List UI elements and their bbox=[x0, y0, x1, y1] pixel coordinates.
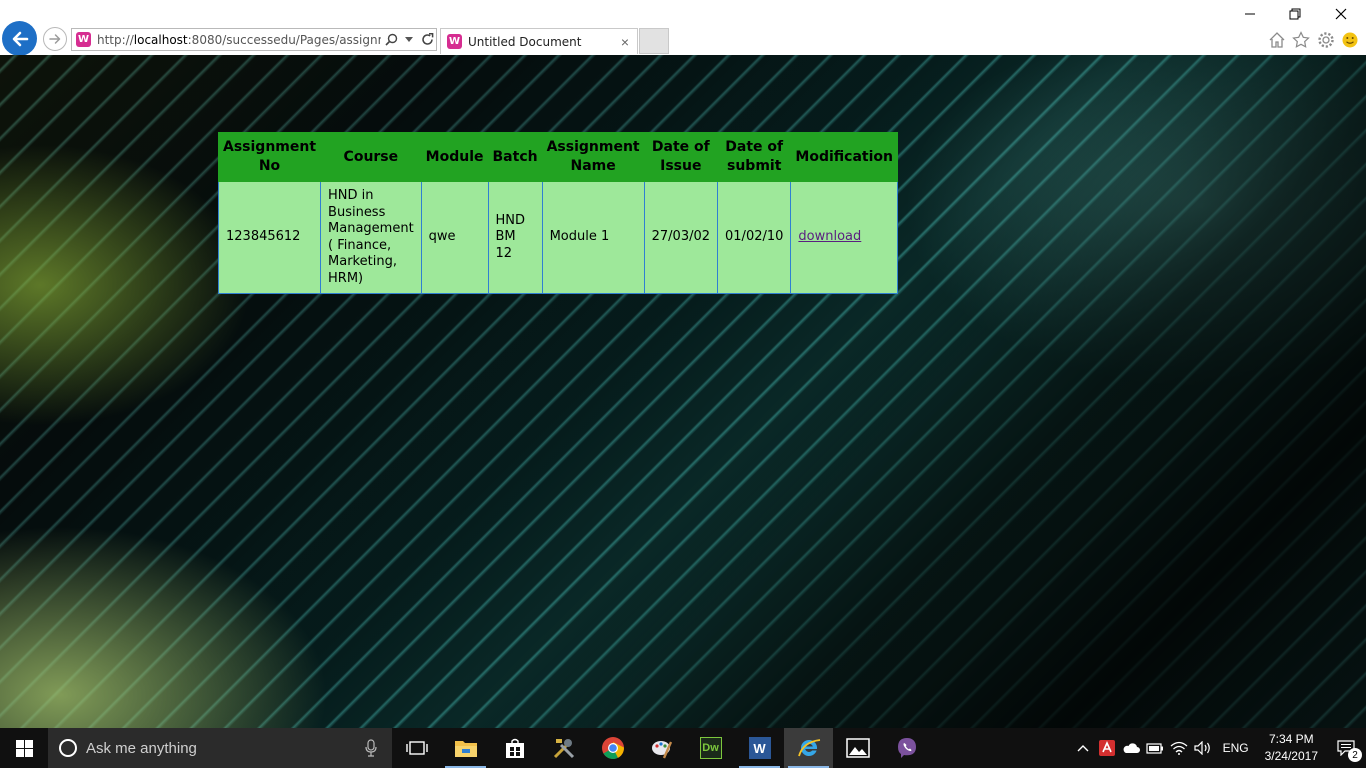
tools-button[interactable] bbox=[539, 728, 588, 768]
task-view-icon bbox=[405, 741, 428, 755]
notification-count-badge: 2 bbox=[1348, 748, 1362, 762]
browser-chrome: W http://localhost:8080/successedu/Pages… bbox=[0, 0, 1366, 56]
language-indicator[interactable]: ENG bbox=[1215, 741, 1257, 755]
col-course: Course bbox=[320, 132, 422, 182]
internet-explorer-button[interactable] bbox=[784, 728, 833, 768]
tab-close-icon[interactable]: × bbox=[617, 34, 633, 50]
paint-icon bbox=[651, 741, 672, 759]
table-row: 123845612 HND in Business Management ( F… bbox=[217, 181, 898, 294]
viber-button[interactable] bbox=[882, 728, 931, 768]
clock[interactable]: 7:34 PM 3/24/2017 bbox=[1257, 731, 1326, 765]
address-bar[interactable]: W http://localhost:8080/successedu/Pages… bbox=[71, 28, 437, 51]
close-window-button[interactable] bbox=[1331, 4, 1351, 24]
close-icon bbox=[1335, 8, 1347, 20]
dreamweaver-icon: Dw bbox=[699, 737, 722, 759]
system-tray: ENG 7:34 PM 3/24/2017 2 bbox=[1071, 728, 1366, 768]
onedrive-cloud-icon[interactable] bbox=[1119, 728, 1143, 768]
file-explorer-button[interactable] bbox=[441, 728, 490, 768]
tab-favicon-icon: W bbox=[447, 34, 462, 49]
cell-assignment-no: 123845612 bbox=[217, 181, 322, 294]
col-batch: Batch bbox=[487, 132, 543, 182]
tab-untitled-document[interactable]: W Untitled Document × bbox=[440, 28, 638, 54]
photos-button[interactable] bbox=[833, 728, 882, 768]
chrome-icon bbox=[601, 737, 624, 759]
forward-button[interactable] bbox=[43, 27, 67, 51]
tab-title: Untitled Document bbox=[468, 34, 582, 49]
cell-modification: download bbox=[790, 181, 898, 294]
page-background: Assignment No Course Module Batch Assign… bbox=[0, 55, 1366, 728]
action-center-button[interactable]: 2 bbox=[1326, 728, 1366, 768]
store-button[interactable] bbox=[490, 728, 539, 768]
home-icon[interactable] bbox=[1267, 30, 1287, 50]
tools-icon bbox=[553, 739, 574, 759]
search-placeholder: Ask me anything bbox=[86, 739, 197, 757]
col-date-of-submit: Date of submit bbox=[717, 132, 792, 182]
viber-icon bbox=[897, 738, 916, 758]
clock-time: 7:34 PM bbox=[1268, 732, 1314, 746]
store-bag-icon bbox=[505, 738, 524, 758]
dreamweaver-button[interactable]: Dw bbox=[686, 728, 735, 768]
new-tab-button[interactable] bbox=[639, 28, 669, 54]
assignments-table: Assignment No Course Module Batch Assign… bbox=[217, 132, 898, 294]
dropdown-chevron-icon[interactable] bbox=[401, 32, 417, 48]
wifi-icon[interactable] bbox=[1167, 728, 1191, 768]
cell-date-of-submit: 01/02/10 bbox=[717, 181, 792, 294]
microphone-icon[interactable] bbox=[364, 739, 378, 757]
favorites-star-icon[interactable] bbox=[1291, 30, 1311, 50]
cell-batch: HND BM 12 bbox=[487, 181, 543, 294]
minimize-button[interactable] bbox=[1240, 4, 1260, 24]
settings-gear-icon[interactable] bbox=[1316, 30, 1336, 50]
forward-arrow-icon bbox=[49, 34, 61, 44]
cortana-search-box[interactable]: Ask me anything bbox=[48, 728, 392, 768]
cell-module: qwe bbox=[420, 181, 489, 294]
restore-icon bbox=[1289, 8, 1301, 20]
word-icon: W bbox=[748, 737, 771, 759]
col-assignment-no: Assignment No bbox=[217, 132, 322, 182]
show-hidden-icons-icon[interactable] bbox=[1071, 728, 1095, 768]
restore-button[interactable] bbox=[1285, 4, 1305, 24]
refresh-icon[interactable] bbox=[419, 32, 435, 48]
windows-logo-icon bbox=[15, 739, 33, 757]
col-date-of-issue: Date of Issue bbox=[643, 132, 719, 182]
battery-icon[interactable] bbox=[1143, 728, 1167, 768]
antivirus-icon[interactable] bbox=[1095, 728, 1119, 768]
paint-button[interactable] bbox=[637, 728, 686, 768]
col-assignment-name: Assignment Name bbox=[541, 132, 645, 182]
volume-icon[interactable] bbox=[1191, 728, 1215, 768]
col-modification: Modification bbox=[790, 132, 898, 182]
site-favicon-icon: W bbox=[76, 32, 91, 47]
url-text[interactable]: http://localhost:8080/successedu/Pages/a… bbox=[97, 33, 381, 47]
task-view-button[interactable] bbox=[392, 728, 441, 768]
clock-date: 3/24/2017 bbox=[1264, 749, 1318, 763]
cell-course: HND in Business Management ( Finance, Ma… bbox=[320, 181, 422, 294]
feedback-smiley-icon[interactable] bbox=[1340, 30, 1360, 50]
back-button[interactable] bbox=[2, 21, 37, 56]
table-header-row: Assignment No Course Module Batch Assign… bbox=[217, 132, 898, 182]
taskbar: Ask me anything Dw W ENG 7:34 PM 3/24/20… bbox=[0, 728, 1366, 768]
back-arrow-icon bbox=[12, 31, 28, 46]
col-module: Module bbox=[420, 132, 489, 182]
chrome-button[interactable] bbox=[588, 728, 637, 768]
internet-explorer-icon bbox=[797, 739, 820, 757]
cell-assignment-name: Module 1 bbox=[541, 181, 645, 294]
cortana-circle-icon bbox=[59, 739, 77, 757]
start-button[interactable] bbox=[0, 728, 48, 768]
minimize-icon bbox=[1245, 13, 1255, 15]
word-button[interactable]: W bbox=[735, 728, 784, 768]
search-icon[interactable] bbox=[383, 32, 399, 48]
folder-icon bbox=[454, 741, 477, 757]
cell-date-of-issue: 27/03/02 bbox=[643, 181, 719, 294]
download-link[interactable]: download bbox=[798, 229, 861, 244]
photos-icon bbox=[845, 738, 870, 758]
